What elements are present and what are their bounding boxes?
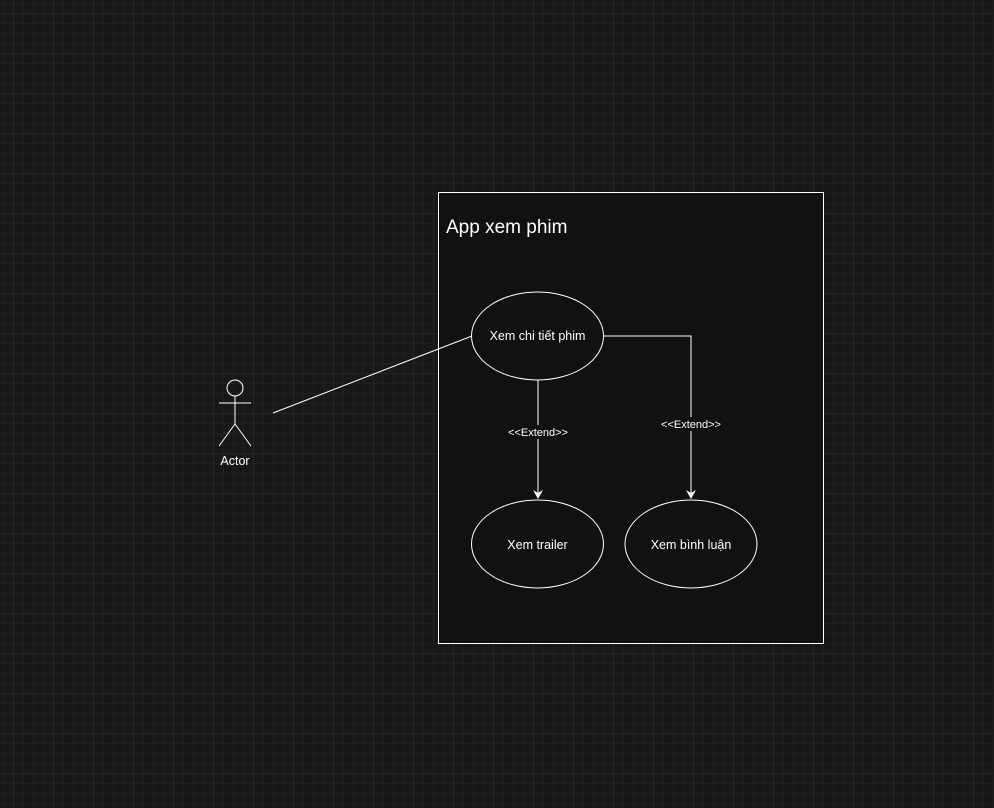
system-title: App xem phim	[446, 217, 567, 238]
diagram-canvas: App xem phim Actor <<Extend>> <<Extend>>…	[0, 0, 994, 808]
extend-label-reviews: <<Extend>>	[661, 419, 721, 431]
use-case-reviews-label: Xem bình luận	[651, 538, 732, 552]
use-case-details-label: Xem chi tiết phim	[490, 329, 586, 343]
use-case-trailer-label: Xem trailer	[507, 538, 567, 552]
extend-label-trailer: <<Extend>>	[508, 427, 568, 439]
actor[interactable]: Actor	[218, 379, 252, 468]
use-case-details[interactable]: Xem chi tiết phim	[471, 291, 604, 381]
actor-label: Actor	[220, 454, 249, 468]
stick-figure-icon	[218, 379, 252, 447]
use-case-diagram: App xem phim Actor <<Extend>> <<Extend>>…	[218, 192, 824, 644]
use-case-reviews[interactable]: Xem bình luận	[624, 499, 758, 589]
use-case-trailer[interactable]: Xem trailer	[471, 499, 604, 589]
